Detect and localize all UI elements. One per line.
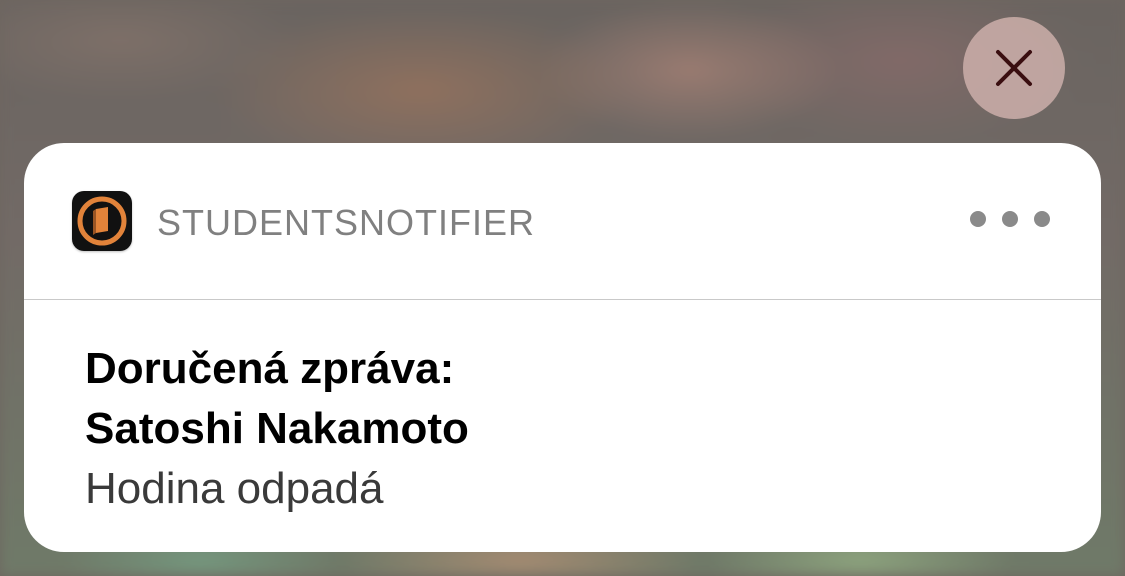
notification-message: Hodina odpadá bbox=[85, 464, 384, 513]
notification-title: Doručená zpráva: bbox=[85, 344, 455, 393]
more-options-dot bbox=[1034, 211, 1050, 227]
app-icon bbox=[72, 191, 132, 251]
book-logo-icon bbox=[77, 196, 127, 246]
close-icon bbox=[996, 50, 1032, 86]
more-options-button[interactable] bbox=[970, 205, 1050, 233]
app-name: STUDENTSNOTIFIER bbox=[157, 202, 536, 243]
notification-body: Doručená zpráva: Satoshi Nakamoto Hodina… bbox=[85, 339, 1045, 519]
more-options-dot bbox=[1002, 211, 1018, 227]
close-button[interactable] bbox=[963, 17, 1065, 119]
notification-card[interactable]: STUDENTSNOTIFIER Doručená zpráva: Satosh… bbox=[24, 143, 1101, 552]
notification-header: STUDENTSNOTIFIER bbox=[24, 143, 1101, 300]
notification-sender: Satoshi Nakamoto bbox=[85, 404, 469, 453]
more-options-icon bbox=[970, 211, 986, 227]
